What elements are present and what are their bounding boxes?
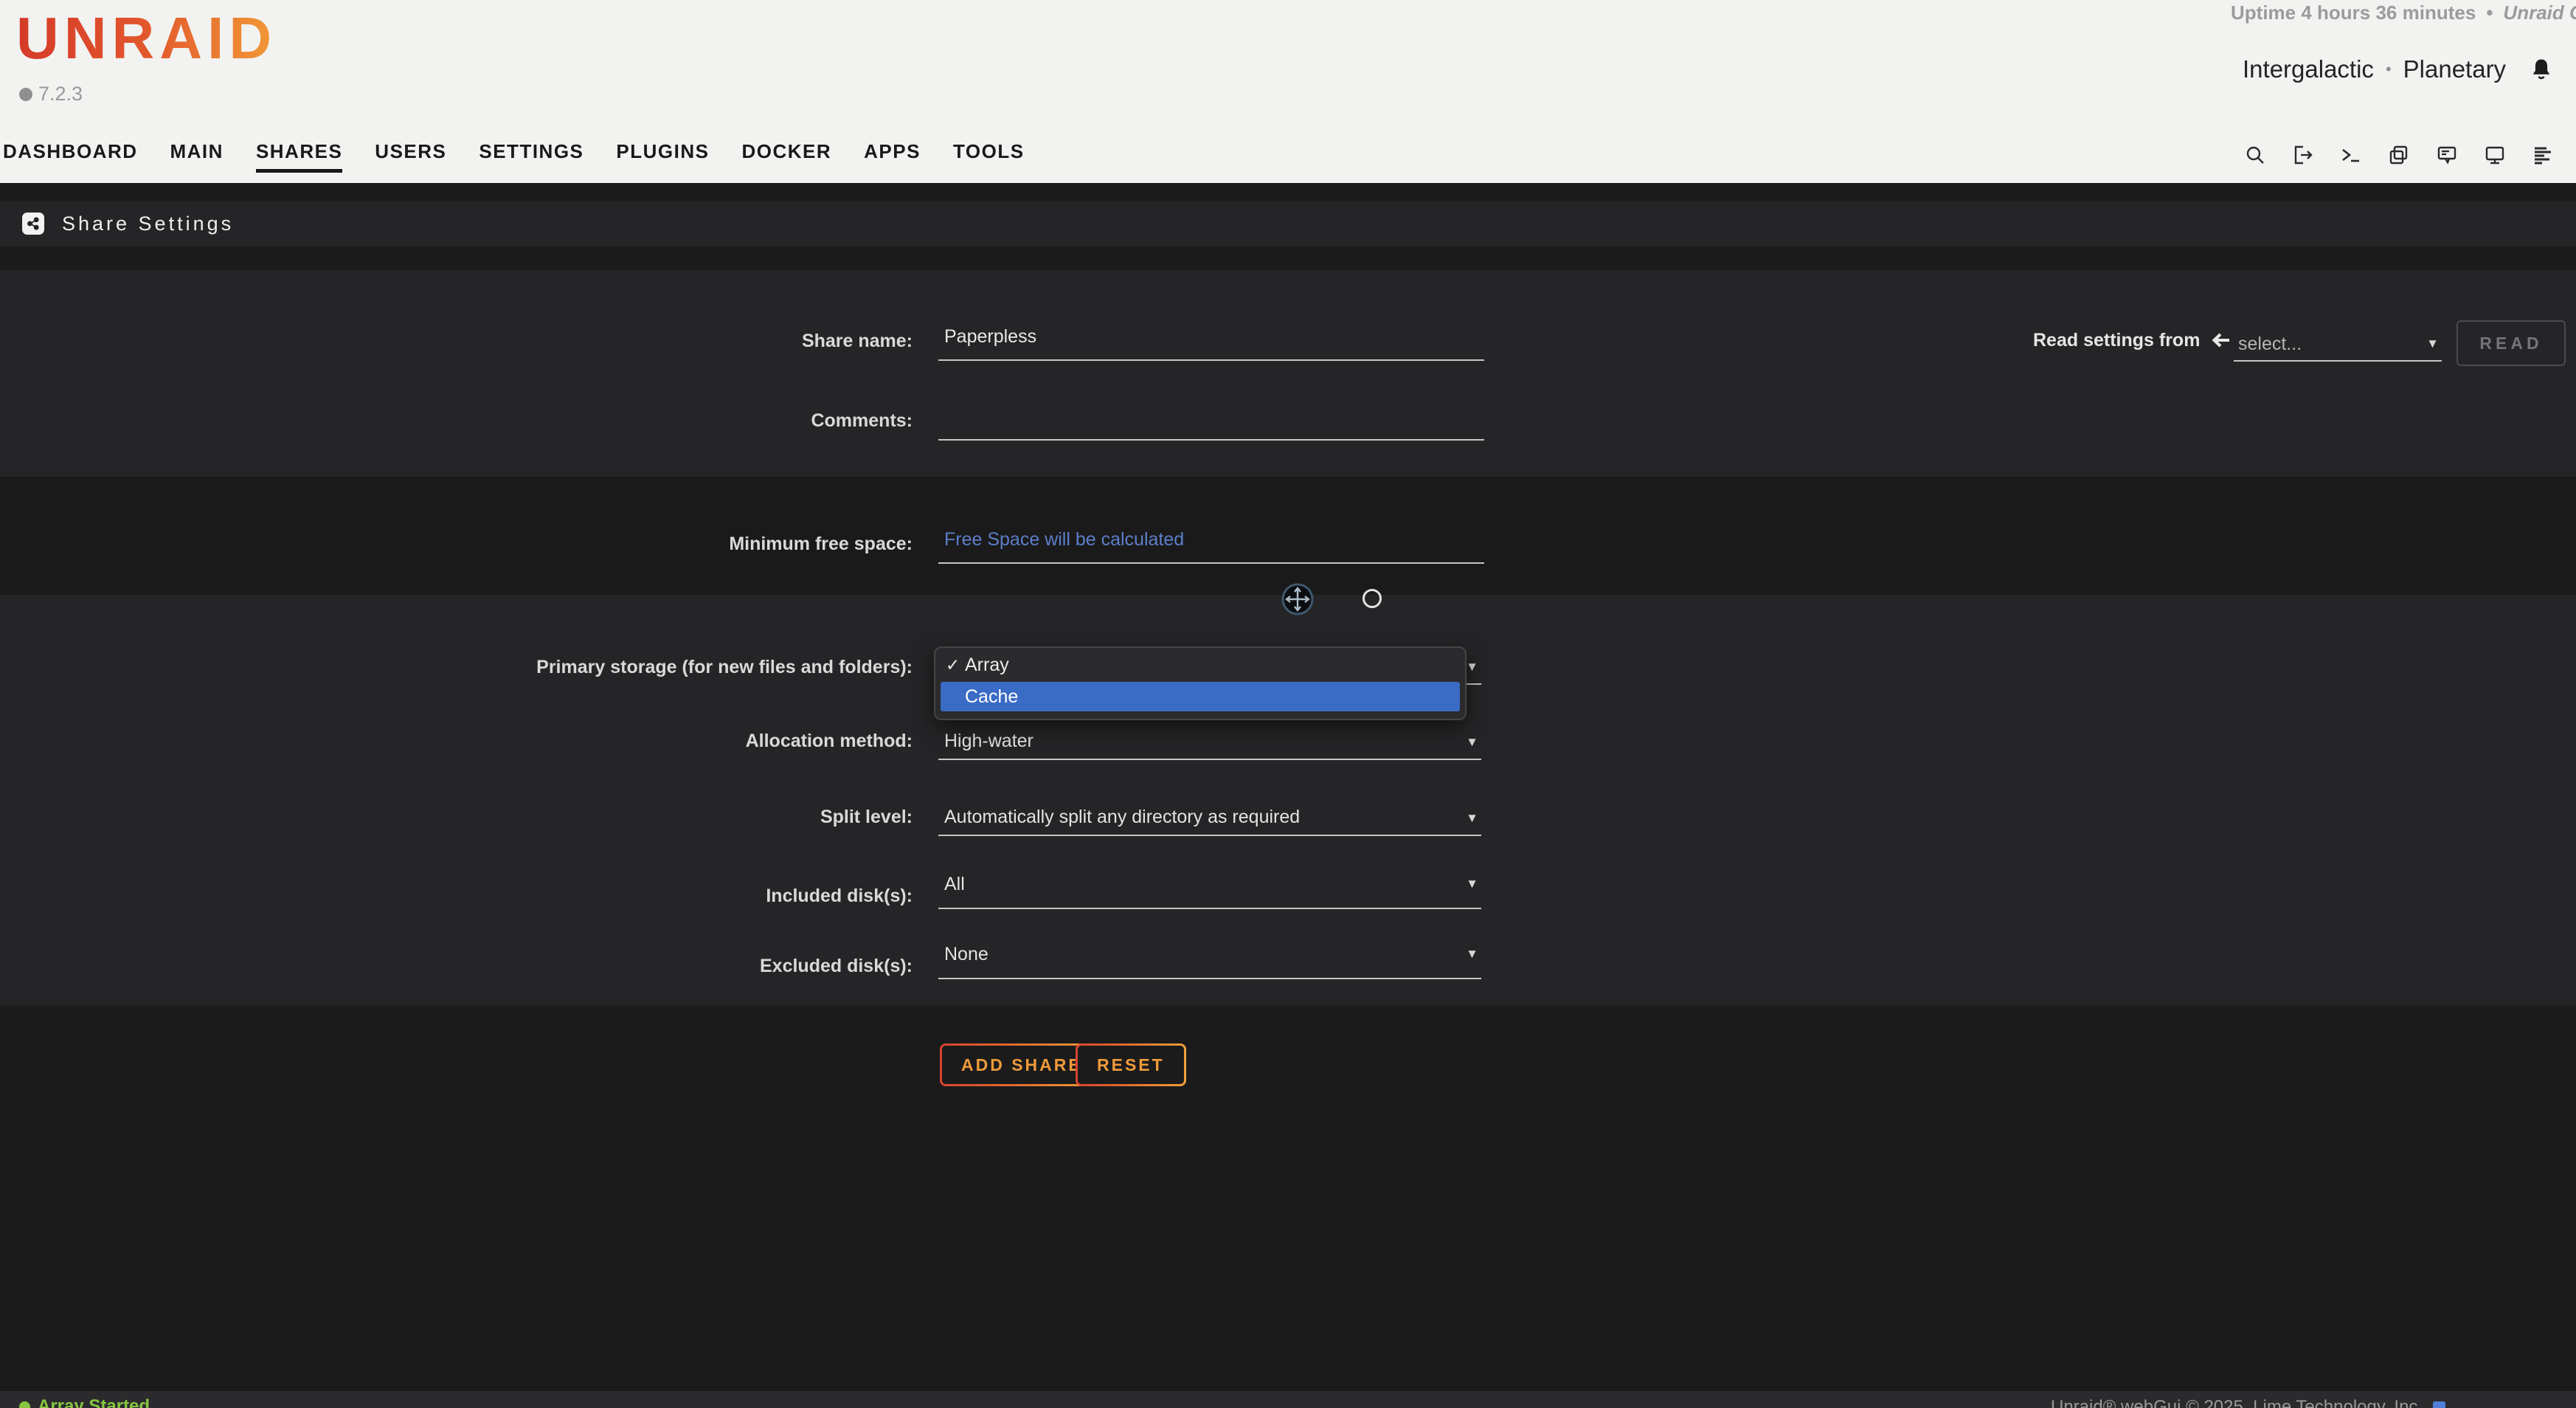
main-nav: DASHBOARD MAIN SHARES USERS SETTINGS PLU… — [3, 140, 1025, 173]
status-dot-icon — [19, 1401, 30, 1408]
unraid-logo[interactable]: UNRAID — [16, 4, 277, 72]
primary-storage-label: Primary storage (for new files and folde… — [470, 657, 913, 678]
included-disks-label: Included disk(s): — [470, 886, 913, 907]
excluded-disks-value: None — [944, 944, 988, 965]
dot-separator — [2386, 60, 2392, 79]
page-title-bar: Share Settings — [0, 201, 2576, 246]
excluded-disks-label: Excluded disk(s): — [470, 956, 913, 977]
read-button[interactable]: READ — [2456, 320, 2566, 366]
chevron-down-icon — [2426, 337, 2439, 351]
read-settings-label: Read settings from — [2033, 329, 2232, 351]
split-level-select[interactable]: Automatically split any directory as req… — [938, 805, 1481, 836]
unraid-webgui: UNRAID 7.2.3 Uptime 4 hours 36 minutes Un… — [0, 0, 2576, 1408]
version-badge: 7.2.3 — [19, 83, 83, 106]
check-icon — [946, 655, 965, 675]
nav-item-plugins[interactable]: PLUGINS — [616, 140, 709, 169]
server-description: Planetary — [2403, 55, 2506, 83]
nav-item-docker[interactable]: DOCKER — [741, 140, 831, 169]
read-settings-select-value: select... — [2238, 334, 2302, 355]
bell-icon[interactable] — [2528, 56, 2555, 83]
nav-item-apps[interactable]: APPS — [864, 140, 921, 169]
share-name-label: Share name: — [470, 331, 913, 352]
uptime-text: Uptime 4 hours 36 minutes — [2231, 1, 2476, 24]
copy-icon[interactable] — [2388, 144, 2410, 166]
share-icon[interactable] — [22, 213, 44, 235]
version-dot-icon — [19, 88, 32, 101]
array-status-label: Array Started — [38, 1396, 150, 1408]
split-level-value: Automatically split any directory as req… — [944, 807, 1300, 828]
move-cursor-icon — [1281, 582, 1315, 616]
allocation-method-label: Allocation method: — [470, 731, 913, 752]
chevron-down-icon — [1466, 877, 1478, 891]
allocation-method-value: High-water — [944, 731, 1033, 752]
read-settings-select[interactable]: select... — [2234, 331, 2442, 362]
reset-button[interactable]: RESET — [1076, 1043, 1186, 1086]
nav-item-shares[interactable]: SHARES — [256, 140, 342, 173]
dropdown-option-array[interactable]: Array — [935, 648, 1465, 682]
dropdown-option-cache[interactable]: Cache — [941, 682, 1460, 711]
chevron-down-icon — [1466, 660, 1478, 674]
allocation-method-select[interactable]: High-water — [938, 729, 1481, 760]
server-name: Intergalactic — [2243, 55, 2374, 83]
version-label: 7.2.3 — [38, 83, 83, 106]
terminal-icon[interactable] — [2340, 144, 2362, 166]
section-band-top — [0, 270, 2576, 477]
header: UNRAID 7.2.3 Uptime 4 hours 36 minutes Un… — [0, 0, 2576, 183]
feedback-icon[interactable] — [2436, 144, 2458, 166]
included-disks-select[interactable]: All — [938, 872, 1481, 909]
os-label: Unraid OS Star — [2503, 1, 2576, 24]
nav-item-settings[interactable]: SETTINGS — [479, 140, 584, 169]
comments-input[interactable] — [938, 406, 1484, 441]
share-name-input[interactable] — [938, 326, 1484, 361]
nav-item-users[interactable]: USERS — [375, 140, 446, 169]
nav-item-tools[interactable]: TOOLS — [953, 140, 1025, 169]
server-line: Intergalactic Planetary — [2243, 55, 2576, 84]
log-icon[interactable] — [2532, 144, 2554, 166]
nav-utility-icons — [2244, 142, 2576, 168]
share-settings-page: Share Settings Share name: Read settings… — [0, 183, 2576, 1408]
nav-item-dashboard[interactable]: DASHBOARD — [3, 140, 138, 169]
array-status[interactable]: Array Started — [19, 1396, 150, 1408]
footer-copyright: Unraid® webGui © 2025, Lime Technology, … — [2051, 1397, 2445, 1408]
footer-logo-icon — [2433, 1401, 2445, 1408]
excluded-disks-select[interactable]: None — [938, 942, 1481, 979]
uptime-line: Uptime 4 hours 36 minutes Unraid OS Star — [2231, 1, 2576, 24]
arrow-left-icon — [2210, 329, 2232, 351]
split-level-label: Split level: — [470, 807, 913, 828]
comments-label: Comments: — [470, 410, 913, 432]
nav-item-main[interactable]: MAIN — [170, 140, 224, 169]
chevron-down-icon — [1466, 947, 1478, 962]
sign-out-icon[interactable] — [2292, 144, 2314, 166]
included-disks-value: All — [944, 874, 965, 895]
chevron-down-icon — [1466, 735, 1478, 750]
click-ring-icon — [1363, 589, 1382, 608]
min-free-space-label: Minimum free space: — [470, 534, 913, 555]
primary-storage-dropdown: Array Cache — [934, 646, 1467, 720]
min-free-space-input[interactable] — [938, 529, 1484, 564]
page-title: Share Settings — [62, 213, 234, 235]
search-icon[interactable] — [2244, 144, 2266, 166]
footer: Array Started Unraid® webGui © 2025, Lim… — [0, 1391, 2576, 1408]
chevron-down-icon — [1466, 811, 1478, 826]
dot-separator — [2486, 1, 2493, 24]
display-icon[interactable] — [2484, 144, 2506, 166]
